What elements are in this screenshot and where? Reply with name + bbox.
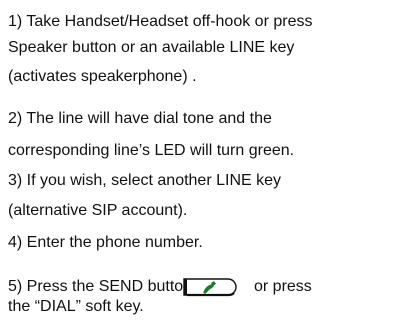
- step5-line2: the “DIAL” soft key.: [8, 298, 144, 315]
- step5-line1-start: 5) Press the SEND button: [8, 278, 193, 295]
- step1-line3: (activates speakerphone) .: [8, 68, 197, 85]
- step1-line1: 1) Take Handset/Headset off-hook or pres…: [8, 13, 313, 30]
- send-button[interactable]: [182, 276, 242, 298]
- step4-line1: 4) Enter the phone number.: [8, 234, 203, 251]
- phone-handset-icon: [183, 278, 237, 297]
- step1-line2: Speaker button or an available LINE key: [8, 39, 295, 56]
- step2-line1: 2) The line will have dial tone and the: [8, 110, 272, 127]
- instructions-page: 1) Take Handset/Headset off-hook or pres…: [0, 0, 400, 320]
- step3-line1: 3) If you wish, select another LINE key: [8, 172, 282, 189]
- step2-line2: corresponding line’s LED will turn green…: [8, 142, 295, 159]
- step5-line1-end: or press: [254, 278, 312, 295]
- step3-line2: (alternative SIP account).: [8, 202, 188, 219]
